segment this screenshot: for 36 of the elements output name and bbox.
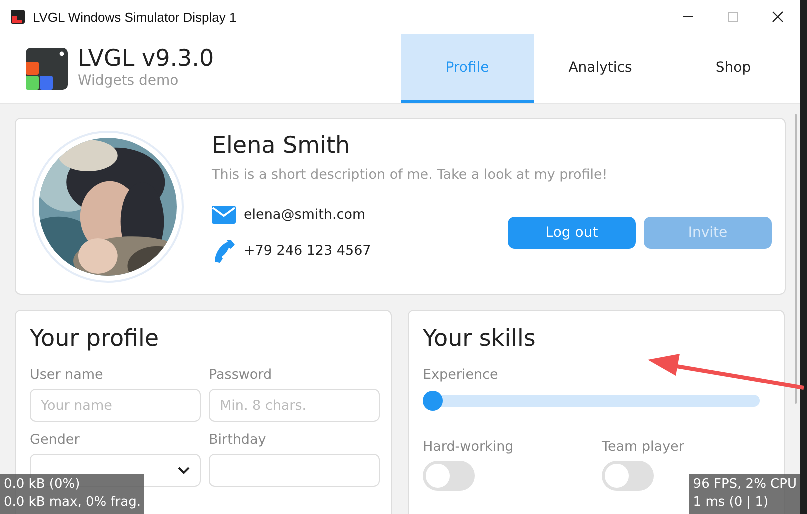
- phone-text: +79 246 123 4567: [244, 243, 372, 259]
- logo-icon: [26, 48, 68, 90]
- field-label: Birthday: [209, 432, 268, 448]
- slider-label: Experience: [423, 367, 500, 383]
- card-title: Your skills: [423, 325, 537, 353]
- field-label: Gender: [30, 432, 81, 448]
- app-icon: [11, 10, 25, 24]
- experience-slider[interactable]: [423, 391, 760, 411]
- email-text: elena@smith.com: [244, 207, 366, 223]
- scrollbar[interactable]: [795, 114, 797, 404]
- toggle-switch[interactable]: [602, 461, 654, 491]
- app-subtitle: Widgets demo: [78, 73, 180, 89]
- input-field[interactable]: Min. 8 chars.: [209, 389, 380, 422]
- monitor-text: 0.0 kB (0%): [4, 476, 82, 494]
- maximize-icon[interactable]: [727, 11, 739, 23]
- profile-description: This is a short description of me. Take a look at my profile!: [212, 167, 609, 183]
- window-title: LVGL Windows Simulator Display 1: [33, 10, 237, 24]
- monitor-text: 0.0 kB max, 0% frag.: [4, 494, 142, 512]
- field-label: User name: [30, 367, 104, 383]
- profile-name: Elena Smith: [212, 132, 352, 161]
- phone-icon: [212, 239, 236, 263]
- action-button[interactable]: Log out: [508, 217, 636, 249]
- card-title: Your profile: [30, 325, 160, 353]
- input-field[interactable]: Your name: [30, 389, 201, 422]
- monitor-text: 96 FPS, 2% CPU: [693, 476, 797, 494]
- switch-label: Team player: [602, 439, 686, 455]
- app-title: LVGL v9.3.0: [78, 46, 214, 73]
- switch-label: Hard-working: [423, 439, 515, 455]
- toggle-switch[interactable]: [423, 461, 475, 491]
- tab[interactable]: Profile: [401, 34, 534, 103]
- caret-icon: [178, 466, 190, 474]
- field-label: Password: [209, 367, 274, 383]
- input-field[interactable]: [209, 454, 380, 487]
- close-icon[interactable]: [772, 11, 784, 23]
- monitor-text: 1 ms (0 | 1): [693, 494, 770, 512]
- envelope-icon: [212, 206, 236, 224]
